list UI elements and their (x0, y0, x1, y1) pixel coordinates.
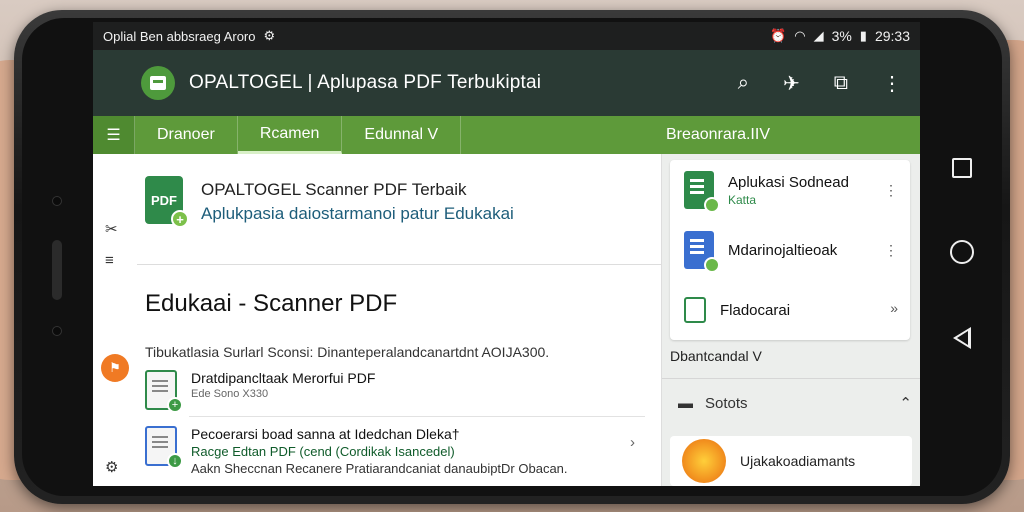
signal-icon: ◢ (813, 28, 824, 43)
tab-breaonrara[interactable]: Breaonrara.IIV (644, 116, 920, 154)
recent-apps-button[interactable] (922, 148, 1002, 188)
status-bar: Oplial Ben abbsraeg Aroro ⚙ ⏰ ◠ ◢ 3% ▮ 2… (93, 22, 920, 50)
clock: 29:33 (874, 28, 910, 44)
battery-level: 3% (831, 28, 852, 44)
settings-label: Sotots (705, 394, 748, 412)
side-card: Aplukasi Sodnead Katta ⋮ Mdarinojaltieoa… (670, 160, 910, 340)
triangle-back-icon (953, 327, 971, 349)
list-item-subtitle: Ede Sono X330 (191, 388, 269, 400)
folder-icon: ▬ (678, 394, 693, 412)
settings-icon: ⚙ (263, 28, 276, 43)
pdf-icon-label: PDF (151, 192, 177, 208)
list-separator (189, 416, 645, 417)
back-button[interactable] (922, 318, 1002, 358)
list-item-title: Dratdipancltaak Merorfui PDF (191, 370, 376, 386)
side-item[interactable]: Fladocarai » (670, 280, 910, 340)
app-bar: OPALTOGEL | Aplupasa PDF Terbukiptai ⌕ ✈… (93, 50, 920, 116)
search-icon[interactable]: ⌕ (738, 72, 749, 95)
photo-background: Oplial Ben abbsraeg Aroro ⚙ ⏰ ◠ ◢ 3% ▮ 2… (0, 0, 1024, 512)
square-icon (952, 158, 972, 178)
list-item[interactable]: + Dratdipancltaak Merorfui PDF Ede Sono … (145, 370, 645, 413)
section-title: Edukaai - Scanner PDF (145, 290, 398, 317)
wifi-icon: ◠ (794, 28, 806, 43)
share-icon[interactable]: ✈ (783, 71, 800, 96)
phone-speaker (52, 240, 62, 300)
clipboard-icon (684, 297, 706, 323)
pdf-icon: PDF + (145, 176, 189, 228)
bookmark-icon[interactable]: ⧉ (834, 72, 848, 95)
tab-bar: ☰ Dranoer Rcamen Edunnal V Breaonrara.II… (93, 116, 920, 154)
phone-screen: Oplial Ben abbsraeg Aroro ⚙ ⏰ ◠ ◢ 3% ▮ 2… (93, 22, 920, 486)
promo-text: Ujakakoadiamants (740, 453, 856, 469)
android-navbar (922, 148, 1002, 398)
tab-dranoer[interactable]: Dranoer (135, 116, 238, 154)
side-item[interactable]: Mdarinojaltieoak ⋮ (670, 220, 910, 280)
promo-app-icon (682, 439, 726, 483)
section-description: Tibukatlasia Surlarl Sconsi: Dinantepera… (145, 344, 550, 360)
plus-icon: + (171, 210, 189, 228)
scissors-icon[interactable]: ✂ (105, 220, 118, 238)
side-panel: Aplukasi Sodnead Katta ⋮ Mdarinojaltieoa… (661, 154, 920, 486)
side-section-label: Dbantcandal V (670, 348, 762, 364)
list-item-subtitle: Racge Edtan PDF (cend (Cordikak Isancede… (191, 444, 455, 459)
more-icon[interactable]: ⋮ (882, 71, 902, 96)
more-vert-icon[interactable]: ⋮ (884, 242, 898, 259)
chevron-right-icon[interactable]: › (630, 434, 635, 451)
menu-icon[interactable]: ☰ (93, 116, 135, 154)
side-item-title: Aplukasi Sodnead (728, 173, 849, 191)
tab-edunnal[interactable]: Edunnal V (342, 116, 462, 154)
list-item-description: Aakn Sheccnan Recanere Pratiarandcaniat … (191, 461, 568, 476)
app-logo-icon (141, 66, 175, 100)
list-item[interactable]: ↓ Pecoerarsi boad sanna at Idedchan Dlek… (145, 426, 645, 476)
settings-small-icon[interactable]: ⚙ (105, 458, 118, 476)
home-button[interactable] (922, 232, 1002, 272)
settings-row[interactable]: ▬ Sotots ⌃ (670, 394, 912, 413)
hero-subtitle: Aplukpasia daiostarmanoi patur Edukakai (201, 204, 514, 223)
document-icon: ↓ (145, 426, 183, 469)
alarm-icon: ⏰ (770, 28, 787, 43)
side-item[interactable]: Aplukasi Sodnead Katta ⋮ (670, 160, 910, 220)
left-rail: ✂ ≡ ⚑ ⚙ (93, 154, 137, 486)
main-content: ✂ ≡ ⚑ ⚙ PDF + OPALTOGEL Scanner PDF Terb… (93, 154, 661, 486)
flag-icon[interactable]: ⚑ (101, 354, 129, 382)
circle-icon (950, 240, 974, 264)
more-vert-icon[interactable]: ⋮ (884, 182, 898, 199)
divider (137, 264, 661, 265)
tab-rcamen[interactable]: Rcamen (237, 116, 343, 154)
side-item-title: Fladocarai (720, 301, 791, 319)
front-sensor (52, 326, 62, 336)
side-item-subtitle: Katta (728, 192, 757, 207)
chevron-up-icon[interactable]: ⌃ (899, 394, 912, 412)
front-camera (52, 196, 62, 206)
side-separator (662, 378, 920, 379)
list-item-title: Pecoerarsi boad sanna at Idedchan Dleka† (191, 426, 460, 442)
chevron-double-right-icon[interactable]: » (890, 300, 898, 316)
status-text: Oplial Ben abbsraeg Aroro (103, 28, 256, 44)
promo-row[interactable]: Ujakakoadiamants (670, 436, 912, 486)
document-green-icon (684, 171, 720, 213)
app-title: OPALTOGEL | Aplupasa PDF Terbukiptai (189, 72, 542, 93)
hero-title: OPALTOGEL Scanner PDF Terbaik (201, 180, 467, 199)
hero: PDF + OPALTOGEL Scanner PDF Terbaik Aplu… (145, 176, 514, 228)
document-icon: + (145, 370, 183, 413)
list-icon[interactable]: ≡ (105, 252, 114, 269)
battery-icon: ▮ (859, 28, 867, 43)
document-blue-icon (684, 231, 720, 273)
side-item-title: Mdarinojaltieoak (728, 241, 838, 259)
